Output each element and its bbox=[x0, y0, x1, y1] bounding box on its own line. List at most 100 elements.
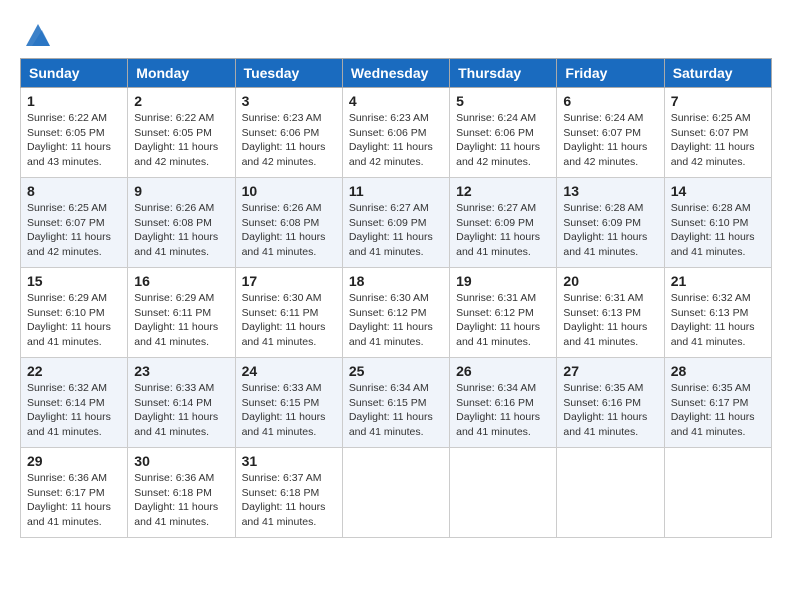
calendar-row: 22 Sunrise: 6:32 AMSunset: 6:14 PMDaylig… bbox=[21, 358, 772, 448]
day-info: Sunrise: 6:26 AMSunset: 6:08 PMDaylight:… bbox=[134, 201, 228, 260]
table-row: 2 Sunrise: 6:22 AMSunset: 6:05 PMDayligh… bbox=[128, 88, 235, 178]
table-row: 3 Sunrise: 6:23 AMSunset: 6:06 PMDayligh… bbox=[235, 88, 342, 178]
logo bbox=[20, 20, 52, 48]
day-number: 16 bbox=[134, 273, 228, 289]
table-row: 30 Sunrise: 6:36 AMSunset: 6:18 PMDaylig… bbox=[128, 448, 235, 538]
day-info: Sunrise: 6:34 AMSunset: 6:15 PMDaylight:… bbox=[349, 381, 443, 440]
calendar-row: 1 Sunrise: 6:22 AMSunset: 6:05 PMDayligh… bbox=[21, 88, 772, 178]
table-row: 28 Sunrise: 6:35 AMSunset: 6:17 PMDaylig… bbox=[664, 358, 771, 448]
table-row bbox=[450, 448, 557, 538]
day-info: Sunrise: 6:24 AMSunset: 6:06 PMDaylight:… bbox=[456, 111, 550, 170]
day-info: Sunrise: 6:27 AMSunset: 6:09 PMDaylight:… bbox=[456, 201, 550, 260]
day-number: 19 bbox=[456, 273, 550, 289]
day-number: 26 bbox=[456, 363, 550, 379]
day-info: Sunrise: 6:32 AMSunset: 6:13 PMDaylight:… bbox=[671, 291, 765, 350]
day-number: 27 bbox=[563, 363, 657, 379]
col-friday: Friday bbox=[557, 59, 664, 88]
day-number: 31 bbox=[242, 453, 336, 469]
day-number: 25 bbox=[349, 363, 443, 379]
day-number: 22 bbox=[27, 363, 121, 379]
calendar-row: 8 Sunrise: 6:25 AMSunset: 6:07 PMDayligh… bbox=[21, 178, 772, 268]
day-info: Sunrise: 6:29 AMSunset: 6:10 PMDaylight:… bbox=[27, 291, 121, 350]
day-number: 10 bbox=[242, 183, 336, 199]
day-info: Sunrise: 6:23 AMSunset: 6:06 PMDaylight:… bbox=[242, 111, 336, 170]
calendar-table: Sunday Monday Tuesday Wednesday Thursday… bbox=[20, 58, 772, 538]
table-row: 31 Sunrise: 6:37 AMSunset: 6:18 PMDaylig… bbox=[235, 448, 342, 538]
page-header bbox=[20, 20, 772, 48]
day-info: Sunrise: 6:30 AMSunset: 6:11 PMDaylight:… bbox=[242, 291, 336, 350]
day-number: 14 bbox=[671, 183, 765, 199]
table-row: 26 Sunrise: 6:34 AMSunset: 6:16 PMDaylig… bbox=[450, 358, 557, 448]
day-number: 13 bbox=[563, 183, 657, 199]
day-number: 6 bbox=[563, 93, 657, 109]
day-number: 24 bbox=[242, 363, 336, 379]
table-row: 8 Sunrise: 6:25 AMSunset: 6:07 PMDayligh… bbox=[21, 178, 128, 268]
table-row: 13 Sunrise: 6:28 AMSunset: 6:09 PMDaylig… bbox=[557, 178, 664, 268]
col-monday: Monday bbox=[128, 59, 235, 88]
table-row: 5 Sunrise: 6:24 AMSunset: 6:06 PMDayligh… bbox=[450, 88, 557, 178]
day-number: 5 bbox=[456, 93, 550, 109]
day-info: Sunrise: 6:31 AMSunset: 6:13 PMDaylight:… bbox=[563, 291, 657, 350]
day-info: Sunrise: 6:25 AMSunset: 6:07 PMDaylight:… bbox=[27, 201, 121, 260]
col-sunday: Sunday bbox=[21, 59, 128, 88]
day-info: Sunrise: 6:27 AMSunset: 6:09 PMDaylight:… bbox=[349, 201, 443, 260]
day-info: Sunrise: 6:22 AMSunset: 6:05 PMDaylight:… bbox=[134, 111, 228, 170]
table-row: 17 Sunrise: 6:30 AMSunset: 6:11 PMDaylig… bbox=[235, 268, 342, 358]
table-row bbox=[664, 448, 771, 538]
table-row: 24 Sunrise: 6:33 AMSunset: 6:15 PMDaylig… bbox=[235, 358, 342, 448]
col-tuesday: Tuesday bbox=[235, 59, 342, 88]
table-row: 9 Sunrise: 6:26 AMSunset: 6:08 PMDayligh… bbox=[128, 178, 235, 268]
table-row bbox=[557, 448, 664, 538]
day-info: Sunrise: 6:37 AMSunset: 6:18 PMDaylight:… bbox=[242, 471, 336, 530]
day-number: 4 bbox=[349, 93, 443, 109]
table-row: 16 Sunrise: 6:29 AMSunset: 6:11 PMDaylig… bbox=[128, 268, 235, 358]
day-number: 2 bbox=[134, 93, 228, 109]
day-info: Sunrise: 6:23 AMSunset: 6:06 PMDaylight:… bbox=[349, 111, 443, 170]
table-row: 10 Sunrise: 6:26 AMSunset: 6:08 PMDaylig… bbox=[235, 178, 342, 268]
day-info: Sunrise: 6:30 AMSunset: 6:12 PMDaylight:… bbox=[349, 291, 443, 350]
table-row: 15 Sunrise: 6:29 AMSunset: 6:10 PMDaylig… bbox=[21, 268, 128, 358]
table-row: 1 Sunrise: 6:22 AMSunset: 6:05 PMDayligh… bbox=[21, 88, 128, 178]
day-info: Sunrise: 6:33 AMSunset: 6:14 PMDaylight:… bbox=[134, 381, 228, 440]
day-info: Sunrise: 6:28 AMSunset: 6:10 PMDaylight:… bbox=[671, 201, 765, 260]
table-row: 27 Sunrise: 6:35 AMSunset: 6:16 PMDaylig… bbox=[557, 358, 664, 448]
day-number: 17 bbox=[242, 273, 336, 289]
table-row: 19 Sunrise: 6:31 AMSunset: 6:12 PMDaylig… bbox=[450, 268, 557, 358]
day-number: 29 bbox=[27, 453, 121, 469]
col-wednesday: Wednesday bbox=[342, 59, 449, 88]
day-number: 18 bbox=[349, 273, 443, 289]
table-row bbox=[342, 448, 449, 538]
table-row: 29 Sunrise: 6:36 AMSunset: 6:17 PMDaylig… bbox=[21, 448, 128, 538]
col-saturday: Saturday bbox=[664, 59, 771, 88]
table-row: 6 Sunrise: 6:24 AMSunset: 6:07 PMDayligh… bbox=[557, 88, 664, 178]
day-number: 15 bbox=[27, 273, 121, 289]
table-row: 20 Sunrise: 6:31 AMSunset: 6:13 PMDaylig… bbox=[557, 268, 664, 358]
day-info: Sunrise: 6:33 AMSunset: 6:15 PMDaylight:… bbox=[242, 381, 336, 440]
day-number: 11 bbox=[349, 183, 443, 199]
table-row: 22 Sunrise: 6:32 AMSunset: 6:14 PMDaylig… bbox=[21, 358, 128, 448]
calendar-row: 29 Sunrise: 6:36 AMSunset: 6:17 PMDaylig… bbox=[21, 448, 772, 538]
table-row: 18 Sunrise: 6:30 AMSunset: 6:12 PMDaylig… bbox=[342, 268, 449, 358]
day-number: 1 bbox=[27, 93, 121, 109]
day-info: Sunrise: 6:35 AMSunset: 6:16 PMDaylight:… bbox=[563, 381, 657, 440]
table-row: 21 Sunrise: 6:32 AMSunset: 6:13 PMDaylig… bbox=[664, 268, 771, 358]
col-thursday: Thursday bbox=[450, 59, 557, 88]
day-number: 20 bbox=[563, 273, 657, 289]
calendar-header-row: Sunday Monday Tuesday Wednesday Thursday… bbox=[21, 59, 772, 88]
day-number: 9 bbox=[134, 183, 228, 199]
day-info: Sunrise: 6:28 AMSunset: 6:09 PMDaylight:… bbox=[563, 201, 657, 260]
day-info: Sunrise: 6:22 AMSunset: 6:05 PMDaylight:… bbox=[27, 111, 121, 170]
table-row: 14 Sunrise: 6:28 AMSunset: 6:10 PMDaylig… bbox=[664, 178, 771, 268]
day-number: 12 bbox=[456, 183, 550, 199]
table-row: 25 Sunrise: 6:34 AMSunset: 6:15 PMDaylig… bbox=[342, 358, 449, 448]
calendar-row: 15 Sunrise: 6:29 AMSunset: 6:10 PMDaylig… bbox=[21, 268, 772, 358]
day-number: 3 bbox=[242, 93, 336, 109]
day-number: 23 bbox=[134, 363, 228, 379]
day-info: Sunrise: 6:35 AMSunset: 6:17 PMDaylight:… bbox=[671, 381, 765, 440]
day-number: 21 bbox=[671, 273, 765, 289]
day-number: 7 bbox=[671, 93, 765, 109]
day-info: Sunrise: 6:26 AMSunset: 6:08 PMDaylight:… bbox=[242, 201, 336, 260]
table-row: 4 Sunrise: 6:23 AMSunset: 6:06 PMDayligh… bbox=[342, 88, 449, 178]
logo-icon bbox=[24, 20, 52, 48]
day-info: Sunrise: 6:24 AMSunset: 6:07 PMDaylight:… bbox=[563, 111, 657, 170]
